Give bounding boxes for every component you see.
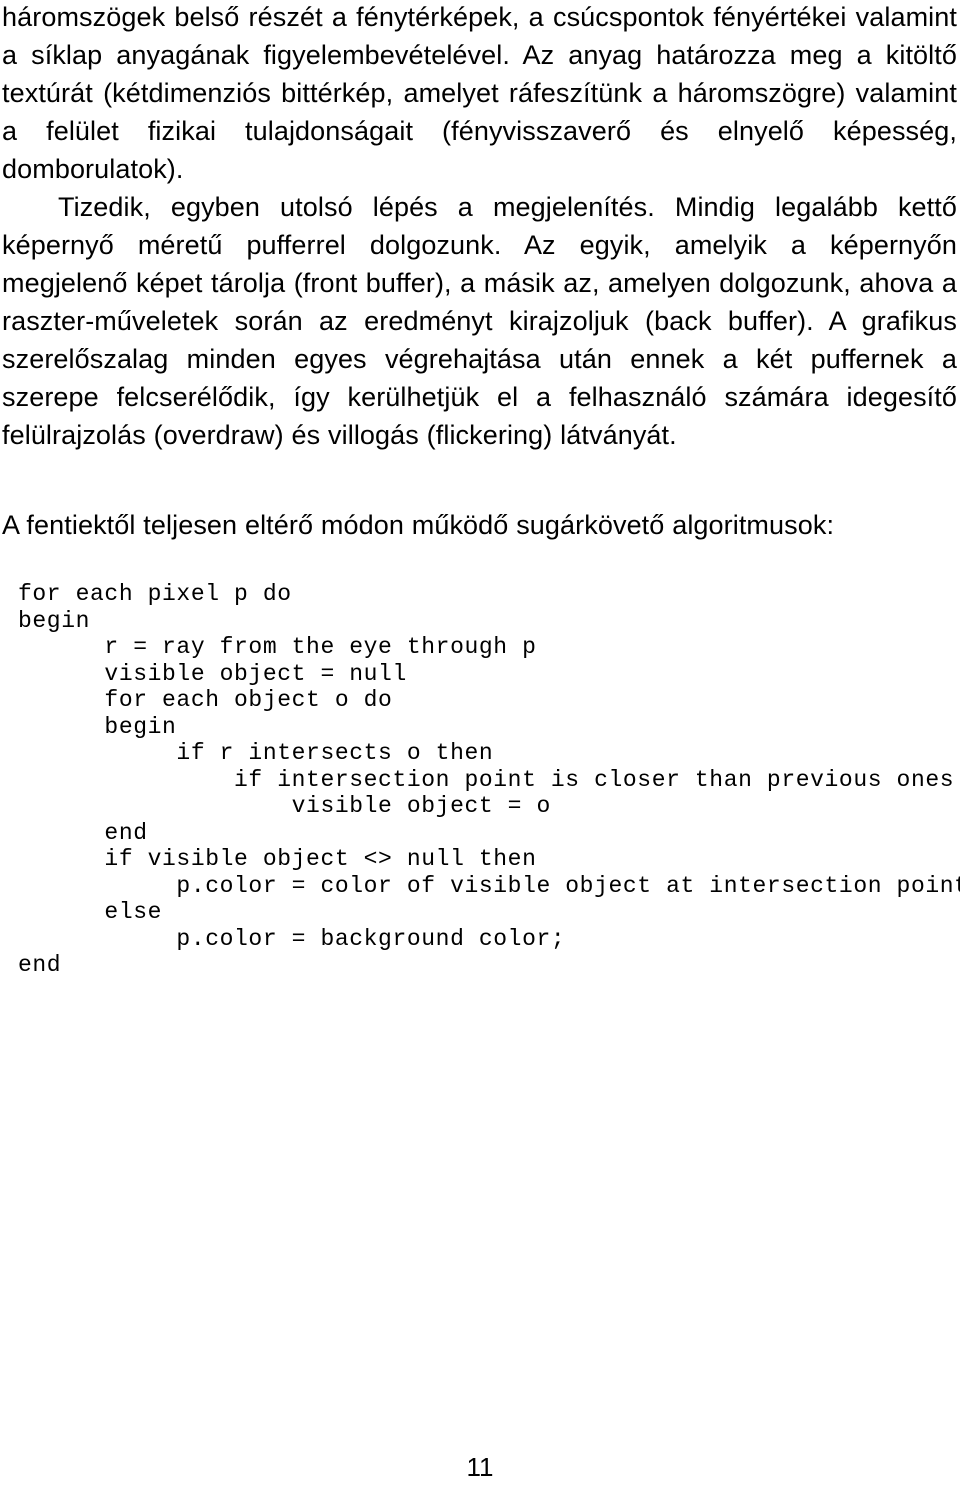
code-line: end — [18, 819, 148, 846]
code-line: else — [18, 899, 163, 925]
code-line: begin — [18, 607, 91, 634]
code-line: if intersection point is closer than pre… — [18, 766, 960, 793]
code-line: visible object = o — [18, 793, 551, 819]
code-line: if r intersects o then — [18, 740, 494, 766]
code-line: if visible object <> null then — [18, 846, 537, 872]
code-line: for each pixel p do — [18, 581, 292, 607]
code-line: visible object = null — [18, 660, 407, 687]
paragraph-raytracing-intro: A fentiektől teljesen eltérő módon működ… — [2, 510, 835, 540]
paragraph-display-step: Tizedik, egyben utolsó lépés a megjelení… — [2, 192, 957, 450]
code-line: for each object o do — [18, 687, 393, 713]
code-line: begin — [18, 713, 177, 740]
page-number: 11 — [466, 1452, 494, 1482]
code-line: end — [18, 952, 62, 978]
code-line: r = ray from the eye through p — [18, 634, 537, 660]
pseudocode-listing: for each pixel p do begin r = ray from th… — [18, 581, 960, 979]
code-line: p.color = background color; — [18, 925, 566, 952]
document-page: háromszögek belső részét a fénytérképek,… — [0, 0, 960, 1509]
paragraph-continuation: háromszögek belső részét a fénytérképek,… — [2, 2, 957, 184]
page-content: háromszögek belső részét a fénytérképek,… — [2, 0, 960, 979]
code-line: p.color = color of visible object at int… — [18, 872, 960, 899]
